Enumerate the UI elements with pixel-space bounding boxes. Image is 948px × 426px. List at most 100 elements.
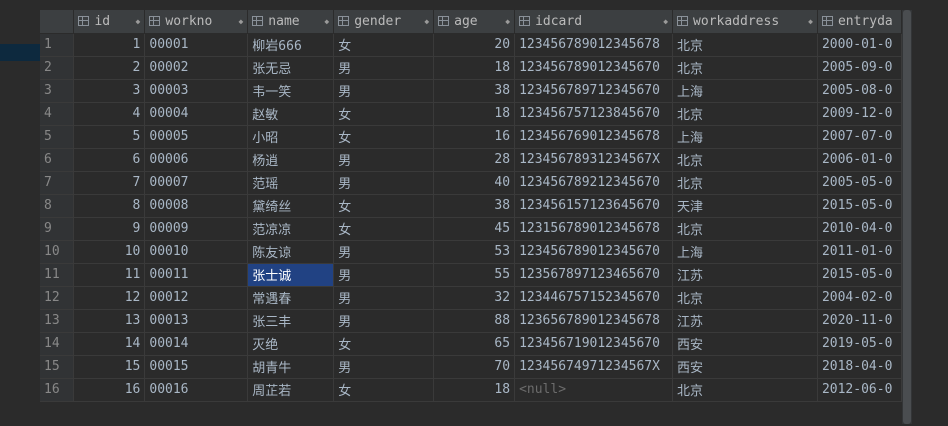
- cell-age[interactable]: 45: [433, 217, 516, 241]
- scrollbar-thumb[interactable]: [903, 10, 911, 424]
- cell-age[interactable]: 38: [433, 79, 516, 103]
- cell-idcard[interactable]: 123456157123645670: [514, 194, 674, 218]
- cell-entrydate[interactable]: 2015-05-0: [817, 263, 902, 287]
- row-number[interactable]: 4: [40, 102, 75, 126]
- cell-id[interactable]: 7: [73, 171, 146, 195]
- cell-name[interactable]: 胡青牛: [247, 355, 335, 379]
- column-header-workno[interactable]: workno ◆: [144, 10, 249, 34]
- cell-name[interactable]: 张无忌: [247, 56, 335, 80]
- cell-entrydate[interactable]: 2020-11-0: [817, 309, 902, 333]
- row-number[interactable]: 5: [40, 125, 75, 149]
- cell-entrydate[interactable]: 2010-04-0: [817, 217, 902, 241]
- cell-name[interactable]: 张三丰: [247, 309, 335, 333]
- cell-workno[interactable]: 00002: [144, 56, 249, 80]
- cell-age[interactable]: 20: [433, 33, 516, 57]
- cell-workno[interactable]: 00010: [144, 240, 249, 264]
- cell-age[interactable]: 40: [433, 171, 516, 195]
- column-header-id[interactable]: id ◆: [73, 10, 146, 34]
- cell-workno[interactable]: 00003: [144, 79, 249, 103]
- cell-workaddress[interactable]: 上海: [672, 79, 818, 103]
- row-number[interactable]: 7: [40, 171, 75, 195]
- cell-idcard[interactable]: 123456769012345678: [514, 125, 674, 149]
- cell-id[interactable]: 13: [73, 309, 146, 333]
- cell-entrydate[interactable]: 2018-04-0: [817, 355, 902, 379]
- cell-name[interactable]: 张士诚: [247, 263, 335, 287]
- cell-age[interactable]: 18: [433, 102, 516, 126]
- cell-name[interactable]: 小昭: [247, 125, 335, 149]
- cell-workno[interactable]: 00008: [144, 194, 249, 218]
- row-number[interactable]: 14: [40, 332, 75, 356]
- cell-gender[interactable]: 男: [333, 355, 435, 379]
- cell-idcard[interactable]: 123567897123465670: [514, 263, 674, 287]
- cell-workno[interactable]: 00013: [144, 309, 249, 333]
- cell-workaddress[interactable]: 上海: [672, 240, 818, 264]
- cell-id[interactable]: 14: [73, 332, 146, 356]
- cell-workaddress[interactable]: 北京: [672, 148, 818, 172]
- cell-id[interactable]: 3: [73, 79, 146, 103]
- cell-entrydate[interactable]: 2004-02-0: [817, 286, 902, 310]
- cell-gender[interactable]: 男: [333, 148, 435, 172]
- cell-id[interactable]: 12: [73, 286, 146, 310]
- cell-idcard[interactable]: 123456757123845670: [514, 102, 674, 126]
- cell-gender[interactable]: 女: [333, 125, 435, 149]
- row-number-header[interactable]: [40, 10, 75, 34]
- cell-gender[interactable]: 男: [333, 56, 435, 80]
- cell-age[interactable]: 16: [433, 125, 516, 149]
- cell-entrydate[interactable]: 2015-05-0: [817, 194, 902, 218]
- table-row[interactable]: 3 3 00003 韦一笑男 38 123456789712345670 上海 2005-08…: [40, 79, 902, 103]
- cell-gender[interactable]: 女: [333, 194, 435, 218]
- cell-workaddress[interactable]: 北京: [672, 102, 818, 126]
- column-header-idcard[interactable]: idcard ◆: [514, 10, 674, 34]
- sort-arrows-icon[interactable]: ◆: [808, 17, 813, 26]
- sort-arrows-icon[interactable]: ◆: [505, 17, 510, 26]
- table-row[interactable]: 10 10 00010 陈友谅男 53 123456789012345670 上海 2011-…: [40, 240, 902, 264]
- row-number[interactable]: 16: [40, 378, 75, 402]
- table-row[interactable]: 6 6 00006 杨逍男 28 12345678931234567X 北京 2006-01-…: [40, 148, 902, 172]
- cell-gender[interactable]: 男: [333, 286, 435, 310]
- column-header-name[interactable]: name ◆: [247, 10, 335, 34]
- cell-workno[interactable]: 00012: [144, 286, 249, 310]
- cell-id[interactable]: 4: [73, 102, 146, 126]
- cell-id[interactable]: 6: [73, 148, 146, 172]
- cell-name[interactable]: 赵敏: [247, 102, 335, 126]
- cell-id[interactable]: 5: [73, 125, 146, 149]
- cell-idcard[interactable]: 123456789212345670: [514, 171, 674, 195]
- cell-entrydate[interactable]: 2009-12-0: [817, 102, 902, 126]
- cell-workaddress[interactable]: 西安: [672, 355, 818, 379]
- cell-name[interactable]: 杨逍: [247, 148, 335, 172]
- cell-id[interactable]: 9: [73, 217, 146, 241]
- cell-entrydate[interactable]: 2011-01-0: [817, 240, 902, 264]
- row-number[interactable]: 3: [40, 79, 75, 103]
- cell-gender[interactable]: 男: [333, 171, 435, 195]
- cell-entrydate[interactable]: 2019-05-0: [817, 332, 902, 356]
- cell-age[interactable]: 32: [433, 286, 516, 310]
- table-row[interactable]: 4 4 00004 赵敏女 18 123456757123845670 北京 2009-12-…: [40, 102, 902, 126]
- cell-id[interactable]: 16: [73, 378, 146, 402]
- cell-idcard[interactable]: 123156789012345678: [514, 217, 674, 241]
- sort-arrows-icon[interactable]: ◆: [663, 17, 668, 26]
- cell-name[interactable]: 陈友谅: [247, 240, 335, 264]
- column-header-gender[interactable]: gender ◆: [333, 10, 435, 34]
- table-row[interactable]: 16 16 00016 周芷若女 18 <null> 北京 2012-06-0: [40, 378, 902, 402]
- sort-arrows-icon[interactable]: ◆: [424, 17, 429, 26]
- table-row[interactable]: 7 7 00007 范瑶男 40 123456789212345670 北京 2005-05-…: [40, 171, 902, 195]
- cell-id[interactable]: 10: [73, 240, 146, 264]
- cell-workaddress[interactable]: 上海: [672, 125, 818, 149]
- table-row[interactable]: 2 2 00002 张无忌男 18 123456789012345670 北京 2005-09…: [40, 56, 902, 80]
- cell-entrydate[interactable]: 2007-07-0: [817, 125, 902, 149]
- row-number[interactable]: 13: [40, 309, 75, 333]
- cell-entrydate[interactable]: 2006-01-0: [817, 148, 902, 172]
- cell-workno[interactable]: 00015: [144, 355, 249, 379]
- cell-workaddress[interactable]: 天津: [672, 194, 818, 218]
- cell-name[interactable]: 黛绮丝: [247, 194, 335, 218]
- cell-workno[interactable]: 00009: [144, 217, 249, 241]
- cell-name[interactable]: 范凉凉: [247, 217, 335, 241]
- cell-id[interactable]: 8: [73, 194, 146, 218]
- table-row[interactable]: 1 1 00001 柳岩666 女 20 123456789012345678 北京 2000-…: [40, 33, 902, 57]
- cell-workno[interactable]: 00014: [144, 332, 249, 356]
- cell-name[interactable]: 周芷若: [247, 378, 335, 402]
- cell-entrydate[interactable]: 2012-06-0: [817, 378, 902, 402]
- row-number[interactable]: 8: [40, 194, 75, 218]
- cell-workaddress[interactable]: 北京: [672, 286, 818, 310]
- cell-workno[interactable]: 00016: [144, 378, 249, 402]
